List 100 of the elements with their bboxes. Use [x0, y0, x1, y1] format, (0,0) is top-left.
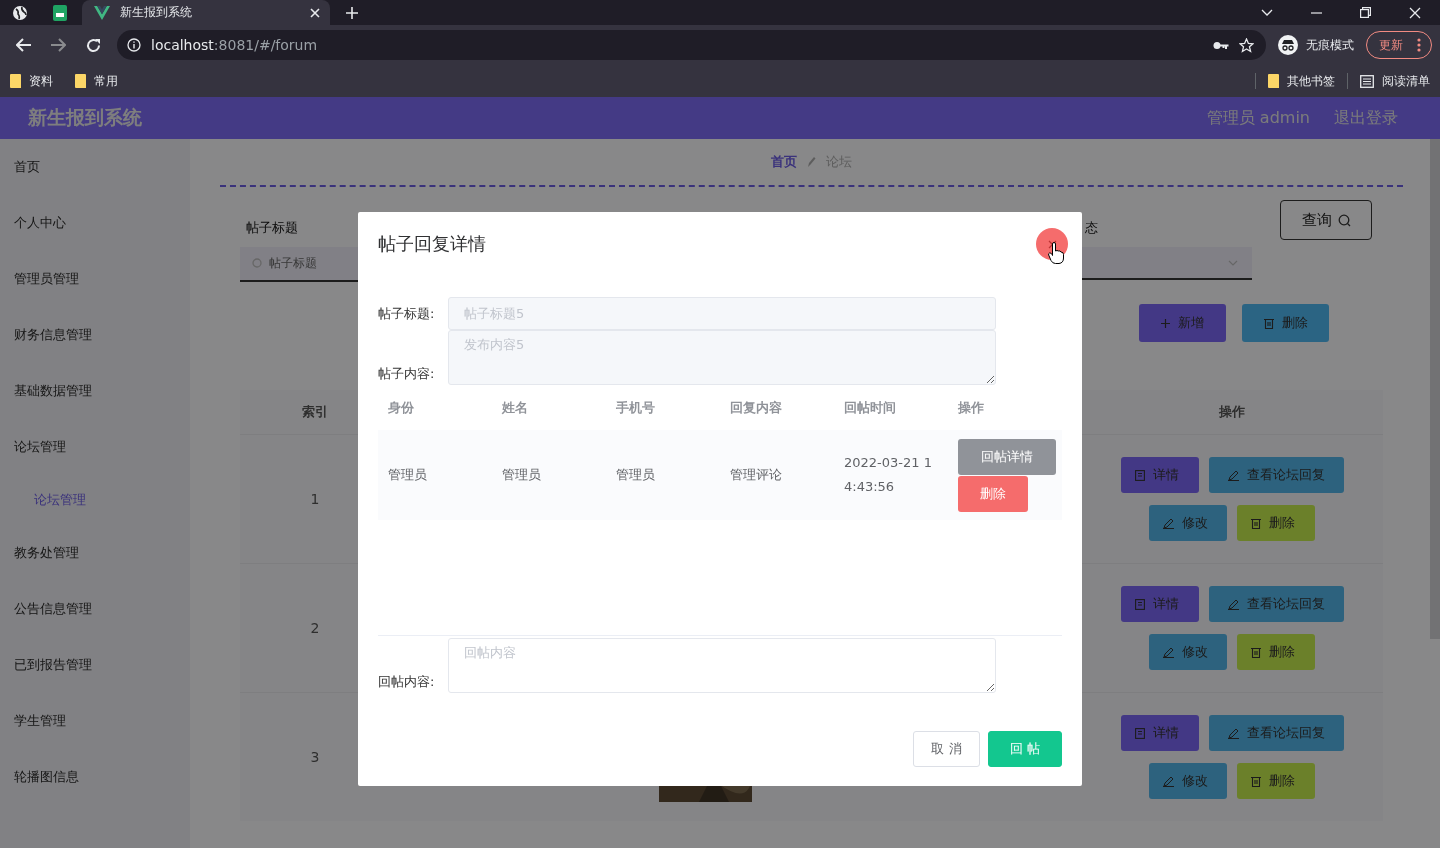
table-cell-text: 3	[309, 749, 321, 765]
pencil-icon	[1227, 598, 1239, 610]
reading-list-icon	[1360, 74, 1374, 88]
field-label: 帖子标题:	[378, 304, 436, 323]
search-button[interactable]: 查询	[1280, 200, 1372, 240]
document-icon	[1134, 727, 1145, 739]
forward-icon[interactable]	[51, 38, 66, 52]
column-header: 身份	[387, 398, 415, 417]
trash-icon	[1251, 646, 1261, 658]
view-replies-button[interactable]: 查看论坛回复	[1208, 715, 1344, 751]
pencil-icon	[807, 156, 816, 168]
view-replies-button[interactable]: 查看论坛回复	[1208, 586, 1344, 622]
table-cell-text: 管理评论	[729, 466, 783, 484]
column-header: 姓名	[501, 398, 529, 417]
pencil-icon	[1163, 646, 1174, 658]
sidebar-item[interactable]: 基础数据管理	[0, 363, 190, 419]
sidebar-item[interactable]: 公告信息管理	[0, 581, 190, 637]
field-label: 帖子内容:	[378, 365, 436, 383]
sidebar-item[interactable]: 教务处管理	[0, 525, 190, 581]
cancel-button[interactable]: 取 消	[913, 731, 980, 767]
v-logo-icon	[94, 5, 110, 20]
edit-button[interactable]: 修改	[1149, 505, 1227, 541]
folder-icon	[10, 74, 21, 88]
reload-icon[interactable]	[86, 37, 101, 53]
info-icon	[127, 38, 141, 52]
column-header: 手机号	[615, 398, 656, 417]
hand-cursor-icon	[1048, 242, 1064, 264]
star-icon[interactable]	[1239, 37, 1254, 53]
key-icon[interactable]	[1213, 40, 1229, 50]
search-icon	[252, 258, 263, 269]
close-icon	[1047, 239, 1057, 249]
search-icon	[1337, 213, 1351, 227]
sidebar-item[interactable]: 首页	[0, 139, 190, 195]
chevron-down-icon[interactable]	[1261, 8, 1273, 17]
more-icon	[1417, 38, 1421, 52]
table-cell-text: 管理员	[501, 466, 542, 484]
folder-icon	[75, 74, 86, 88]
sidebar-item[interactable]: 论坛管理	[0, 419, 190, 475]
table-cell-text: 2022-03-21 14:43:56	[843, 454, 933, 496]
document-icon	[1134, 469, 1145, 481]
delete-button[interactable]: 删除	[1237, 505, 1315, 541]
table-cell-text: 管理员	[387, 466, 428, 484]
globe-icon	[12, 4, 28, 21]
sidebar-item[interactable]: 学生管理	[0, 693, 190, 749]
chevron-down-icon	[1228, 259, 1238, 266]
pencil-icon	[1163, 775, 1174, 787]
column-header: 操作	[1218, 403, 1246, 421]
trash-icon	[1263, 317, 1274, 329]
table-cell-text: 1	[309, 491, 321, 507]
filter-label: 态	[1084, 219, 1099, 237]
reply-detail-button[interactable]: 回帖详情	[958, 438, 1056, 475]
delete-button[interactable]: 删除	[1242, 304, 1329, 342]
back-icon[interactable]	[16, 38, 31, 52]
user-name: 管理员 admin	[1206, 107, 1310, 129]
field-label: 回帖内容:	[378, 673, 436, 691]
status-select[interactable]	[1079, 247, 1252, 280]
bookmark[interactable]: 常用	[75, 72, 118, 90]
bookmark[interactable]: 其他书签	[1268, 72, 1335, 90]
column-header: 操作	[957, 398, 985, 417]
scrollbar[interactable]	[1430, 139, 1440, 639]
edit-button[interactable]: 修改	[1149, 634, 1227, 670]
column-header: 回帖时间	[843, 398, 897, 417]
column-header: 索引	[301, 403, 329, 421]
trash-icon	[1251, 775, 1261, 787]
spreadsheet-icon	[53, 4, 67, 21]
sidebar-item[interactable]: 已到报告管理	[0, 637, 190, 693]
filter-label: 帖子标题	[245, 219, 299, 237]
edit-button[interactable]: 修改	[1149, 763, 1227, 799]
sidebar-item[interactable]: 个人中心	[0, 195, 190, 251]
sidebar-item[interactable]: 管理员管理	[0, 251, 190, 307]
table-cell-text: 2	[309, 620, 321, 636]
pencil-icon	[1163, 517, 1174, 529]
delete-button[interactable]: 删除	[1237, 634, 1315, 670]
new-tab-icon[interactable]	[346, 6, 358, 19]
delete-button[interactable]: 删除	[1237, 763, 1315, 799]
table-cell-text: 管理员	[615, 466, 656, 484]
view-replies-button[interactable]: 查看论坛回复	[1208, 457, 1344, 493]
browser-tab[interactable]: 新生报到系统	[82, 0, 330, 25]
bookmark[interactable]: 阅读清单	[1360, 72, 1430, 90]
plus-icon	[1161, 318, 1170, 328]
restore-icon[interactable]	[1360, 7, 1371, 18]
incognito-profile-button[interactable]: 无痕模式	[1270, 31, 1362, 59]
sidebar-subitem[interactable]: 论坛管理	[0, 475, 190, 525]
pencil-icon	[1227, 727, 1239, 739]
sidebar-item[interactable]: 轮播图信息	[0, 749, 190, 805]
column-header: 回复内容	[729, 398, 783, 417]
bookmark[interactable]: 资料	[10, 72, 53, 90]
folder-icon	[1268, 74, 1279, 88]
minimize-icon[interactable]	[1311, 11, 1322, 14]
address-bar[interactable]: localhost:8081/#/forum	[117, 30, 1266, 60]
breadcrumb-item[interactable]: 首页	[771, 153, 797, 171]
delete-button[interactable]: 删除	[958, 475, 1028, 512]
document-icon	[1134, 598, 1145, 610]
trash-icon	[1251, 517, 1261, 529]
sidebar-item[interactable]: 财务信息管理	[0, 307, 190, 363]
app-title: 新生报到系统	[28, 105, 142, 130]
close-icon[interactable]	[1409, 6, 1421, 19]
incognito-icon	[1278, 35, 1298, 55]
close-icon[interactable]	[310, 7, 320, 18]
pencil-icon	[1227, 469, 1239, 481]
